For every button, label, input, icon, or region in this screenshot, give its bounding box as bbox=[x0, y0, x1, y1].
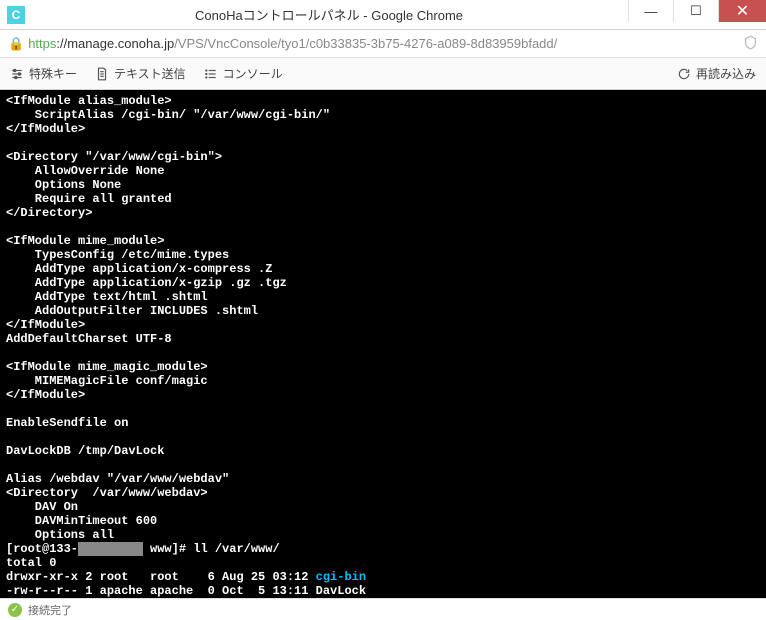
close-button[interactable]: ✕ bbox=[718, 0, 766, 22]
lock-icon: 🔒 bbox=[8, 36, 24, 52]
terminal-output[interactable]: <IfModule alias_module> ScriptAlias /cgi… bbox=[0, 90, 766, 598]
reload-button[interactable]: 再読み込み bbox=[677, 65, 756, 82]
window-title: ConoHaコントロールパネル - Google Chrome bbox=[30, 5, 628, 24]
status-check-icon: ✓ bbox=[8, 603, 22, 617]
toolbar: 特殊キー テキスト送信 コンソール 再読み込み bbox=[0, 58, 766, 90]
app-icon: C bbox=[2, 1, 30, 29]
console-button[interactable]: コンソール bbox=[204, 65, 283, 82]
url-text: https://manage.conoha.jp/VPS/VncConsole/… bbox=[28, 36, 743, 51]
minimize-button[interactable]: — bbox=[628, 0, 673, 22]
window-titlebar: C ConoHaコントロールパネル - Google Chrome — ☐ ✕ bbox=[0, 0, 766, 30]
address-bar[interactable]: 🔒 https://manage.conoha.jp/VPS/VncConsol… bbox=[0, 30, 766, 58]
text-send-button[interactable]: テキスト送信 bbox=[95, 65, 186, 82]
window-controls: — ☐ ✕ bbox=[628, 0, 766, 29]
status-bar: ✓ 接続完了 bbox=[0, 598, 766, 620]
status-text: 接続完了 bbox=[28, 602, 72, 618]
maximize-button[interactable]: ☐ bbox=[673, 0, 718, 22]
list-icon bbox=[204, 67, 218, 81]
reload-icon bbox=[677, 67, 691, 81]
document-icon bbox=[95, 67, 109, 81]
shield-icon[interactable] bbox=[743, 35, 758, 53]
sliders-icon bbox=[10, 67, 24, 81]
special-keys-button[interactable]: 特殊キー bbox=[10, 65, 77, 82]
